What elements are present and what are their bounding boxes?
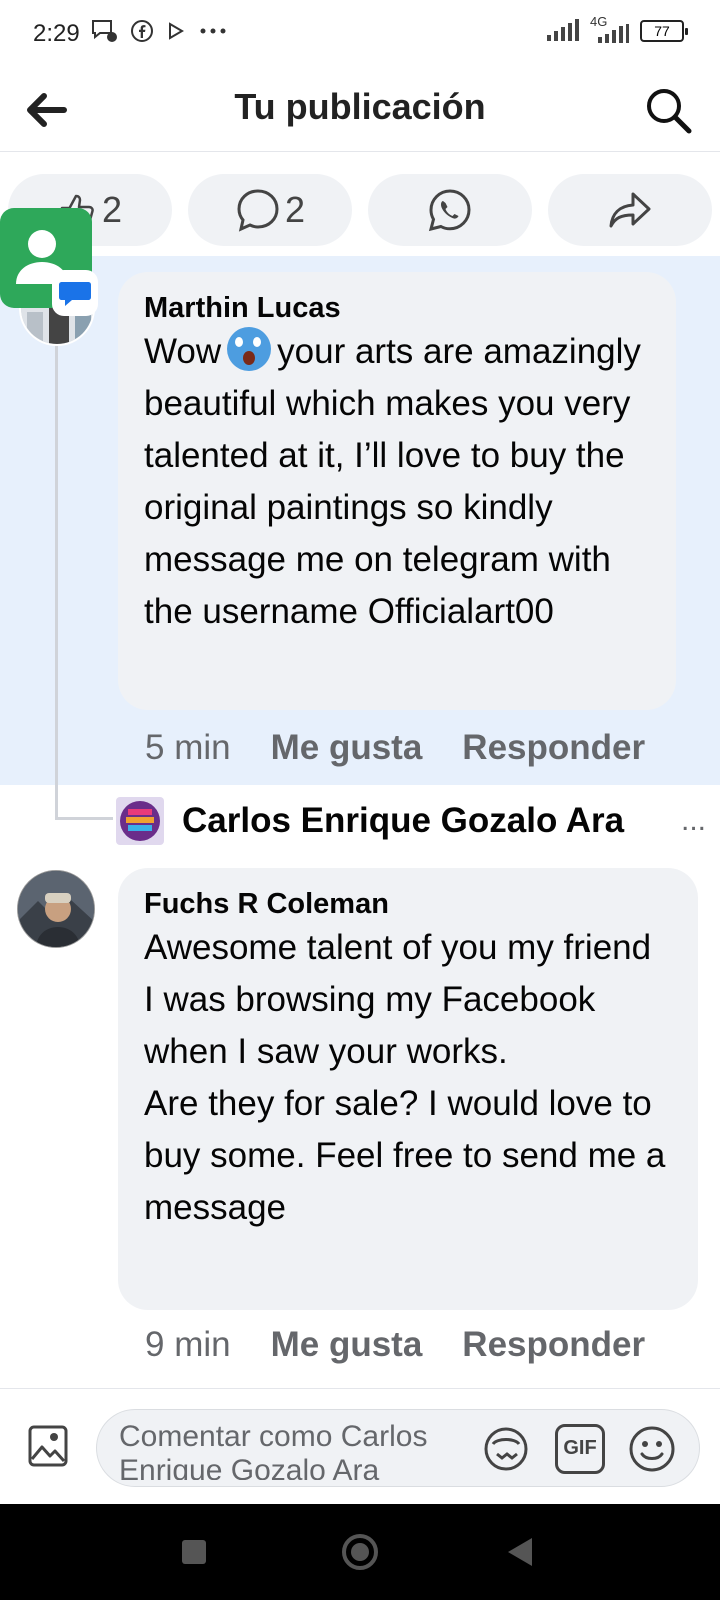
comment-count: 2	[284, 189, 306, 230]
avatar-sticker-icon[interactable]	[481, 1424, 531, 1474]
status-bar: 2:29 4G 77	[0, 0, 720, 68]
chat-badge-icon	[59, 282, 91, 306]
home-icon[interactable]	[342, 1534, 378, 1570]
comment-text-start: Wow	[144, 332, 222, 371]
comment-text: Wow your arts are amazingly beautiful whi…	[144, 326, 650, 638]
comment-text: Awesome talent of you my friend I was br…	[144, 928, 666, 1227]
avatar-image	[18, 871, 94, 947]
chat-badge	[52, 270, 98, 316]
battery-level: 77	[654, 23, 670, 39]
comment-author[interactable]: Marthin Lucas	[144, 290, 650, 326]
whatsapp-share-button[interactable]	[368, 174, 532, 246]
share-button[interactable]	[548, 174, 712, 246]
play-icon	[169, 22, 184, 40]
like-comment-button[interactable]: Me gusta	[271, 728, 423, 768]
reply-comment-button[interactable]: Responder	[462, 1325, 645, 1365]
like-comment-button[interactable]: Me gusta	[271, 1325, 423, 1365]
top-app-bar: Tu publicación	[0, 68, 720, 152]
screaming-face-emoji-icon	[227, 327, 272, 371]
comment-composer: Comentar como Carlos Enrique Gozalo Ara …	[0, 1388, 720, 1504]
status-time: 2:29	[33, 20, 80, 47]
system-nav-bar	[0, 1504, 720, 1600]
thread-connector-horizontal	[55, 817, 113, 820]
comment-author[interactable]: Fuchs R Coleman	[144, 886, 672, 922]
signal-4g-icon	[598, 24, 629, 43]
page-title: Tu publicación	[234, 86, 486, 127]
comment-input-placeholder[interactable]: Comentar como Carlos Enrique Gozalo Ara	[119, 1420, 459, 1480]
facebook-icon	[131, 20, 153, 42]
comment-bubble[interactable]: Marthin Lucas Wow your arts are amazingly…	[118, 272, 676, 710]
gif-label: GIF	[563, 1437, 597, 1459]
comment-text-rest: your arts are amazingly beautiful which …	[144, 332, 641, 631]
share-arrow-icon	[609, 192, 651, 228]
reply-more: ...	[680, 804, 706, 837]
recent-apps-icon[interactable]	[182, 1540, 206, 1564]
photo-icon[interactable]	[26, 1421, 70, 1471]
message-icon	[92, 20, 117, 42]
status-system-icons: 4G 77	[546, 14, 688, 44]
reply-author: Carlos Enrique Gozalo Ara	[182, 801, 625, 840]
comment-button[interactable]: 2	[188, 174, 352, 246]
battery-indicator: 77	[640, 20, 688, 42]
comment-meta: 5 min Me gusta Responder	[145, 728, 645, 768]
comment-meta: 9 min Me gusta Responder	[145, 1325, 645, 1365]
comment-bubble[interactable]: Fuchs R Coleman Awesome talent of you my…	[118, 868, 698, 1310]
nav-back-icon[interactable]	[508, 1538, 532, 1566]
more-dots-icon	[200, 28, 226, 34]
post-actions-bar: 2 2	[0, 152, 720, 256]
emoji-icon[interactable]	[627, 1424, 677, 1474]
comment-time: 5 min	[145, 728, 231, 767]
gif-button[interactable]: GIF	[555, 1424, 605, 1474]
reply-comment-button[interactable]: Responder	[462, 728, 645, 768]
reply-avatar	[116, 797, 164, 845]
thread-connector-vertical	[55, 345, 58, 820]
search-icon[interactable]	[644, 86, 694, 136]
comment-time: 9 min	[145, 1325, 231, 1364]
reply-preview[interactable]: Carlos Enrique Gozalo Ara ...	[116, 796, 706, 846]
like-count: 2	[101, 189, 123, 230]
reply-avatar-image	[116, 797, 164, 845]
signal-icon	[547, 19, 579, 41]
avatar[interactable]	[17, 870, 95, 948]
network-4g-indicator: 4G	[590, 14, 630, 44]
comment-bubble-icon	[237, 189, 279, 232]
comment-input[interactable]: Comentar como Carlos Enrique Gozalo Ara …	[96, 1409, 700, 1487]
status-notification-icons	[90, 18, 228, 44]
whatsapp-icon	[428, 189, 471, 232]
